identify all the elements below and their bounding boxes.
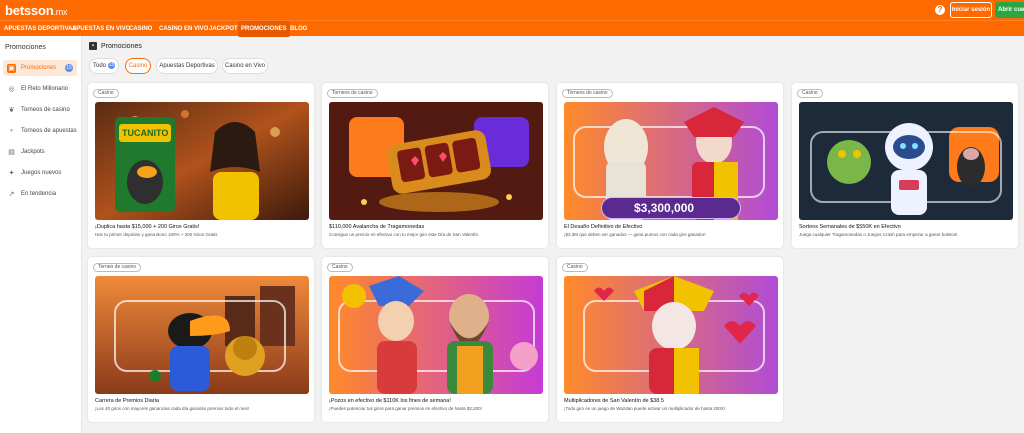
card-title: El Desafío Definitivo de Efectivo <box>564 224 643 230</box>
sidebar-item-label: En tendencia <box>21 191 57 197</box>
game-logo-text: TUCANITO <box>122 128 169 138</box>
filter-casino[interactable]: Casino <box>125 58 151 74</box>
sparkle-icon: ✦ <box>8 169 15 177</box>
sidebar-title: Promociones <box>5 44 46 51</box>
sidebar: Promociones ▣ Promociones 15 ◎ El Reto M… <box>0 36 82 433</box>
card-title: $110,000 Avalancha de Tragamonedas <box>329 224 425 230</box>
promo-image-toucan[interactable] <box>95 276 309 394</box>
card-category-tag: Torneos de casino <box>562 89 613 98</box>
card-title: Sorteos Semanales de $550K en Efectivo <box>799 224 901 230</box>
nav-apuestas-deportivas[interactable]: APUESTAS DEPORTIVAS <box>4 21 76 37</box>
card-category-tag: Torneo de casino <box>93 263 142 272</box>
card-category-tag: Casino <box>93 89 119 98</box>
filter-todo[interactable]: Todo 15 <box>89 58 119 74</box>
card-description: Haz tu primer depósito y gana Bono 100% … <box>95 232 218 237</box>
promo-card[interactable]: Casino Sorteos Semanales de $550K en Efe… <box>792 83 1018 248</box>
card-title: Multiplicadores de San Valentín de $38.5 <box>564 398 664 404</box>
trending-icon: ↗ <box>8 190 15 198</box>
card-title: ¡Pozos en efectivo de $110K los fines de… <box>329 398 451 404</box>
card-description: ¡Puedes potenciar tus giros para ganar p… <box>329 406 482 411</box>
sidebar-item-label: Torneos de casino <box>21 107 70 113</box>
card-title: ¡Duplica hasta $15,000 + 200 Giros Grati… <box>95 224 200 230</box>
promo-card[interactable]: Casino Multiplicadores de San Valentín d… <box>557 257 783 422</box>
promo-image-valentine-jester[interactable] <box>564 276 778 394</box>
promo-image-zeus-jester[interactable]: $3,300,000 <box>564 102 778 220</box>
jackpot-icon: ▤ <box>8 148 15 156</box>
nav-apuestas-en-vivo[interactable]: APUESTAS EN VIVO <box>72 21 130 37</box>
nav-blog[interactable]: BLOG <box>290 21 307 37</box>
main-nav: APUESTAS DEPORTIVAS APUESTAS EN VIVO CAS… <box>0 20 1024 37</box>
promo-image-tucanito[interactable]: TUCANITO <box>95 102 309 220</box>
promo-card[interactable]: Torneos de casino $3,300,000 El Desafío … <box>557 83 783 248</box>
card-category-tag: Casino <box>562 263 588 272</box>
promo-image-slot-machine[interactable] <box>329 102 543 220</box>
nav-jackpot[interactable]: JACKPOT <box>209 21 238 37</box>
nav-casino-en-vivo[interactable]: CASINO EN VIVO <box>159 21 208 37</box>
betsson-logo[interactable]: betsson.mx <box>5 3 68 18</box>
promo-card[interactable]: Torneos de casino $110,000 Avalancha de … <box>322 83 548 248</box>
sidebar-item-label: Jackpots <box>21 149 45 155</box>
card-category-tag: Casino <box>327 263 353 272</box>
sidebar-item-jackpots[interactable]: ▤ Jackpots <box>3 144 77 160</box>
card-description: Consigue un premio en efectivo con tu me… <box>329 232 479 237</box>
promo-image-astronaut[interactable] <box>799 102 1013 220</box>
nav-casino[interactable]: CASINO <box>129 21 152 37</box>
sidebar-item-promociones[interactable]: ▣ Promociones 15 <box>3 60 77 76</box>
card-description: ¡$3.3M que deben ser ganados — gana punt… <box>564 232 706 237</box>
login-button[interactable]: Iniciar sesión <box>950 2 992 18</box>
count-badge: 15 <box>65 64 73 72</box>
page-header: ▪ Promociones <box>89 42 142 50</box>
promo-card[interactable]: Torneo de casino Carrera de Premios Diar… <box>88 257 314 422</box>
nav-promociones[interactable]: PROMOCIONES <box>238 21 290 37</box>
filter-apuestas-deportivas[interactable]: Apuestas Deportivas <box>156 58 218 74</box>
sidebar-item-label: Juegos nuevos <box>21 170 62 176</box>
card-category-tag: Torneos de casino <box>327 89 378 98</box>
sidebar-item-juegos-nuevos[interactable]: ✦ Juegos nuevos <box>3 165 77 181</box>
promo-card[interactable]: Casino TUCANITO ¡Duplica hasta $15,000 +… <box>88 83 314 248</box>
sidebar-item-label: Torneos de apuestas <box>21 128 77 134</box>
sidebar-item-torneos-apuestas[interactable]: ♆ Torneos de apuestas <box>3 123 77 139</box>
laurel-icon: ❦ <box>8 106 15 114</box>
sidebar-item-label: El Reto Millonario <box>21 86 69 92</box>
jackpot-amount-text: $3,300,000 <box>634 201 695 215</box>
sidebar-item-label: Promociones <box>21 65 57 71</box>
gift-icon: ▣ <box>7 63 16 73</box>
filter-casino-en-vivo[interactable]: Casino en Vivo <box>222 58 268 74</box>
filter-count-badge: 15 <box>108 61 115 69</box>
card-title: Carrera de Premios Diaria <box>95 398 159 404</box>
register-button[interactable]: Abrir cuenta <box>995 2 1024 18</box>
sidebar-item-reto-millonario[interactable]: ◎ El Reto Millonario <box>3 81 77 97</box>
top-header: betsson.mx ? Iniciar sesión Abrir cuenta <box>0 0 1024 20</box>
card-description: ¡Los 40 giros con mayores ganancias cada… <box>95 406 250 411</box>
sidebar-item-en-tendencia[interactable]: ↗ En tendencia <box>3 186 77 202</box>
promo-image-jester-lumberjack[interactable] <box>329 276 543 394</box>
card-description: ¡Todo giro en un juego de Wazdan puede a… <box>564 406 726 411</box>
page-title: Promociones <box>101 42 142 50</box>
promo-card[interactable]: Casino ¡Pozos en efectivo de $110K los f… <box>322 257 548 422</box>
card-category-tag: Casino <box>797 89 823 98</box>
help-icon[interactable]: ? <box>935 5 945 15</box>
card-description: Juega cualquier Tragamonedas o Juegos Cr… <box>799 232 958 237</box>
promotions-icon: ▪ <box>89 42 97 50</box>
trophy-icon: ♆ <box>8 127 15 135</box>
sidebar-item-torneos-casino[interactable]: ❦ Torneos de casino <box>3 102 77 118</box>
medal-icon: ◎ <box>8 85 15 93</box>
